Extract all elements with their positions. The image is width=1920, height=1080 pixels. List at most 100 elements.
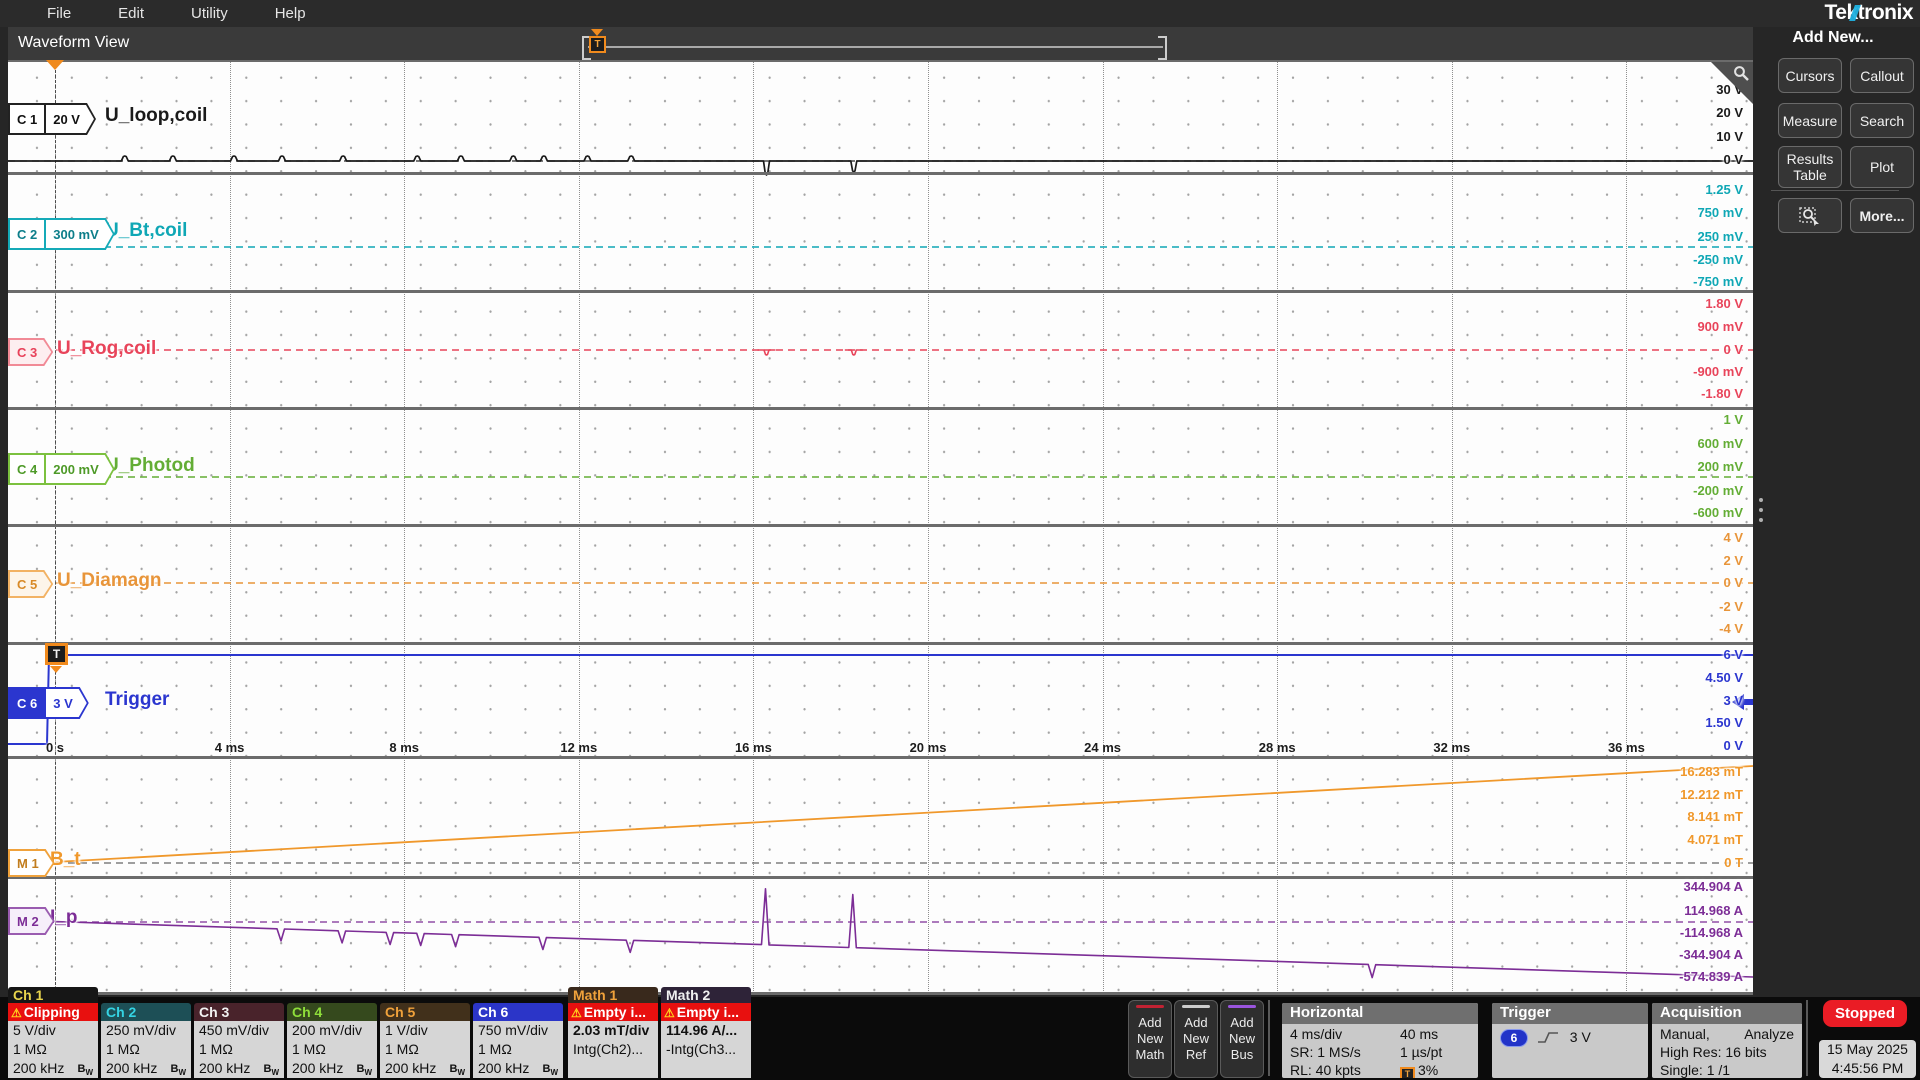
- waveform-traces: [8, 60, 1753, 995]
- channel-badge-c-5[interactable]: C 5: [8, 570, 53, 598]
- waveform-label-b-t: B_t: [50, 849, 81, 871]
- sidebar-button-plot[interactable]: Plot: [1850, 146, 1914, 188]
- sidebar-button-results-table[interactable]: Results Table: [1778, 146, 1842, 188]
- tab-waveform-view[interactable]: Waveform View: [18, 34, 129, 52]
- trace: [758, 350, 863, 355]
- badge-title: Ch 2: [101, 1003, 191, 1021]
- trigger-position-icon[interactable]: T: [589, 36, 606, 53]
- badge-impedance-row: 1 MΩ: [473, 1040, 563, 1059]
- menu-help[interactable]: Help: [275, 5, 306, 22]
- badge-alert: ⚠Clipping: [8, 1003, 98, 1021]
- axis-label: 0 V: [1723, 575, 1743, 590]
- horizontal-record-length: RL: 40 kpts: [1290, 1062, 1361, 1078]
- sidebar-button-callout[interactable]: Callout: [1850, 58, 1914, 93]
- horizontal-panel[interactable]: Horizontal 4 ms/div SR: 1 MS/s RL: 40 kp…: [1282, 1003, 1478, 1078]
- badge-scale-row: 1 V/div: [380, 1021, 470, 1040]
- badge-scale-row: 200 mV/div: [287, 1021, 377, 1040]
- more-button[interactable]: More...: [1850, 198, 1914, 233]
- add-new-bus-button[interactable]: AddNewBus: [1220, 1000, 1264, 1078]
- run-stop-status[interactable]: Stopped: [1823, 1000, 1907, 1027]
- waveform-label-u-loop-coil: U_loop,coil: [105, 105, 207, 127]
- section-separator: [8, 407, 1753, 410]
- axis-label: 200 mV: [1697, 459, 1743, 474]
- badge-ch-4[interactable]: Ch 4200 mV/div1 MΩ200 kHzBW: [287, 1003, 377, 1078]
- channel-badge-c-2[interactable]: C 2300 mV: [8, 218, 115, 250]
- axis-label: 1 V: [1723, 412, 1743, 427]
- badge-bandwidth-row: 200 kHzBW: [473, 1059, 563, 1078]
- badge-title: Ch 4: [287, 1003, 377, 1021]
- channel-badge-c-4[interactable]: C 4200 mV: [8, 453, 115, 485]
- axis-label: 4.50 V: [1705, 670, 1743, 685]
- badge-bandwidth-row: 200 kHzBW: [287, 1059, 377, 1078]
- warning-icon: ⚠: [664, 1006, 675, 1020]
- date-label: 15 May 2025: [1819, 1040, 1916, 1059]
- sidebar-button-cursors[interactable]: Cursors: [1778, 58, 1842, 93]
- rising-edge-icon: [1536, 1030, 1562, 1046]
- add-new-math-button[interactable]: AddNewMath: [1128, 1000, 1172, 1078]
- record-right-bracket-icon[interactable]: [1158, 36, 1167, 60]
- badge-title: Ch 1: [8, 987, 98, 1003]
- badge-ch-5[interactable]: Ch 51 V/div1 MΩ200 kHzBW: [380, 1003, 470, 1078]
- trigger-panel[interactable]: Trigger 6 3 V: [1492, 1003, 1648, 1078]
- badge-math-2[interactable]: Math 2⚠Empty i...114.96 A/...-Intg(Ch3..…: [661, 987, 751, 1078]
- menu-edit[interactable]: Edit: [118, 5, 144, 22]
- channel-badge-c-3[interactable]: C 3: [8, 338, 53, 366]
- time-tick-label: 24 ms: [1084, 740, 1121, 755]
- badge-ch-3[interactable]: Ch 3450 mV/div1 MΩ200 kHzBW: [194, 1003, 284, 1078]
- axis-label: 3 V: [1723, 693, 1743, 708]
- badge-id: C 3: [10, 340, 51, 364]
- waveform-label-trigger: Trigger: [105, 689, 169, 711]
- logo-text: Tektronix: [1825, 1, 1913, 24]
- time-tick-label: 16 ms: [735, 740, 772, 755]
- badge-title: Ch 6: [473, 1003, 563, 1021]
- trigger-panel-title: Trigger: [1492, 1003, 1648, 1024]
- axis-label: 12.212 mT: [1680, 787, 1743, 802]
- horizontal-trigger-pos: T3%: [1400, 1062, 1438, 1078]
- menu-utility[interactable]: Utility: [191, 5, 228, 22]
- sidebar-button-search[interactable]: Search: [1850, 103, 1914, 138]
- badge-impedance-row: 1 MΩ: [380, 1040, 470, 1059]
- menu-file[interactable]: File: [47, 5, 71, 22]
- math-source-row: -Intg(Ch3...: [661, 1040, 751, 1059]
- trace: [8, 655, 1753, 744]
- badge-alert: ⚠Empty i...: [568, 1003, 658, 1021]
- badge-math-1[interactable]: Math 1⚠Empty i...2.03 mT/divIntg(Ch2)...: [568, 987, 658, 1078]
- axis-label: -250 mV: [1693, 252, 1743, 267]
- axis-label: 0 T: [1724, 855, 1743, 870]
- bandwidth-limit-icon: BW: [263, 1060, 279, 1078]
- zoom-select-icon: [1798, 205, 1822, 227]
- axis-label: 250 mV: [1697, 229, 1743, 244]
- trigger-indicator-icon[interactable]: T: [45, 643, 68, 665]
- axis-label: 6 V: [1723, 647, 1743, 662]
- section-separator: [8, 290, 1753, 293]
- badge-id: C 2: [10, 220, 46, 248]
- channel-badge-m-1[interactable]: M 1: [8, 849, 55, 877]
- sidebar-button-measure[interactable]: Measure: [1778, 103, 1842, 138]
- axis-label: 1.25 V: [1705, 182, 1743, 197]
- add-new-ref-button[interactable]: AddNewRef: [1174, 1000, 1218, 1078]
- badge-ch-1[interactable]: Ch 1⚠Clipping5 V/div1 MΩ200 kHzBW: [8, 987, 98, 1078]
- trigger-mini-icon: T: [1400, 1067, 1415, 1078]
- channel-badge-c-6[interactable]: C 63 V: [8, 687, 89, 719]
- add-new-header: Add New...: [1753, 29, 1913, 47]
- acquisition-panel[interactable]: Acquisition Manual, Analyze High Res: 16…: [1652, 1003, 1802, 1078]
- time-tick-label: 12 ms: [560, 740, 597, 755]
- accent-line: [1182, 1005, 1210, 1008]
- trigger-indicator-tail-icon: [50, 666, 62, 673]
- zoom-select-button[interactable]: [1778, 198, 1842, 233]
- badge-impedance-row: 1 MΩ: [287, 1040, 377, 1059]
- badge-ch-2[interactable]: Ch 2250 mV/div1 MΩ200 kHzBW: [101, 1003, 191, 1078]
- waveform-label-i-p: I_p: [50, 907, 77, 929]
- record-view-bar[interactable]: [588, 46, 1163, 48]
- trigger-source-badge: 6: [1500, 1029, 1528, 1047]
- right-sidebar: Add New... CursorsCalloutMeasureSearchRe…: [1753, 27, 1920, 997]
- badge-ch-6[interactable]: Ch 6750 mV/div1 MΩ200 kHzBW: [473, 1003, 563, 1078]
- channel-badge-c-1[interactable]: C 120 V: [8, 103, 96, 135]
- channel-badge-m-2[interactable]: M 2: [8, 907, 55, 935]
- bandwidth-limit-icon: BW: [77, 1060, 93, 1078]
- panel-drag-handle[interactable]: [1757, 498, 1765, 522]
- axis-label: -1.80 V: [1701, 386, 1743, 401]
- bandwidth-limit-icon: BW: [449, 1060, 465, 1078]
- axis-label: 20 V: [1716, 105, 1743, 120]
- bottom-separator: [1268, 1000, 1270, 1076]
